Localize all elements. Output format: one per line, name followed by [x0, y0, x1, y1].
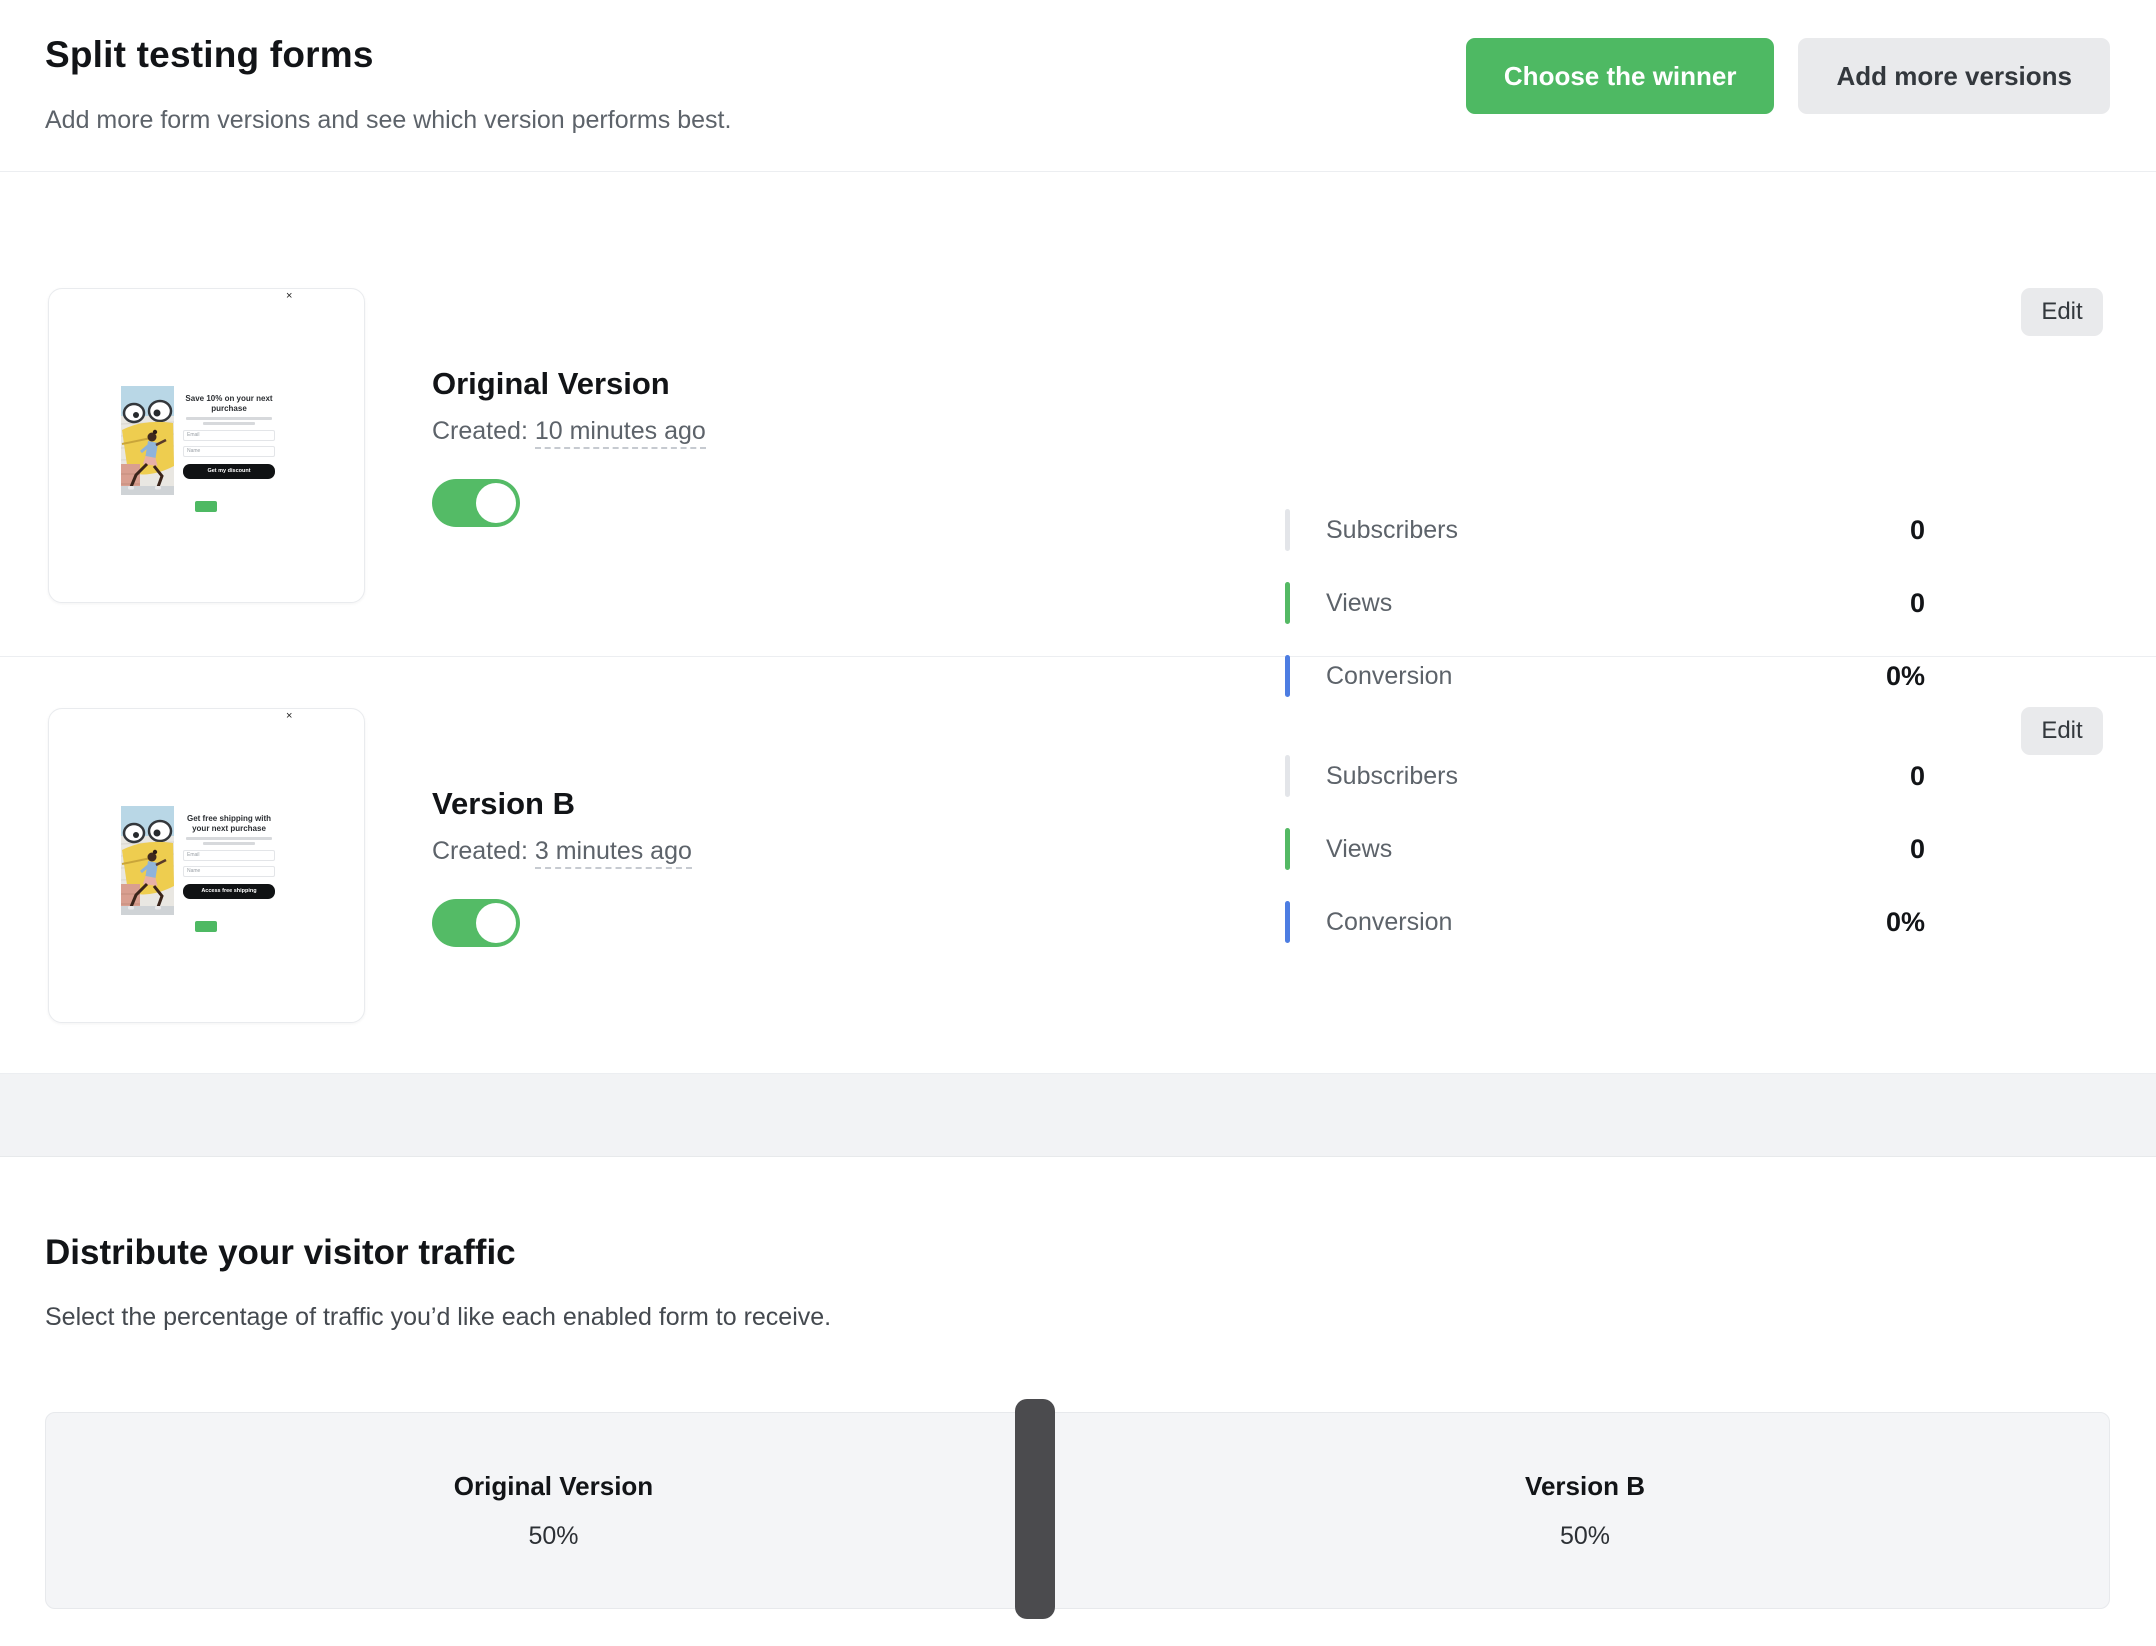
stat-label: Subscribers [1326, 762, 1910, 791]
version-name: Original Version [432, 366, 706, 402]
conversion-bar [1285, 901, 1290, 943]
stat-subscribers: Subscribers 0 [1285, 755, 1925, 797]
add-more-versions-button[interactable]: Add more versions [1798, 38, 2110, 114]
mini-form-heading: Get free shipping with your next purchas… [182, 814, 276, 834]
created-label: Created: [432, 837, 528, 865]
created-ago-link[interactable]: 3 minutes ago [535, 837, 692, 869]
stat-value: 0 [1910, 761, 1925, 792]
split-right-percent: 50% [1560, 1522, 1610, 1551]
mini-email-field: Email [183, 430, 275, 441]
mini-form-subtext [186, 417, 272, 425]
distribute-title: Distribute your visitor traffic [45, 1233, 516, 1273]
traffic-split-right: Version B 50% [1061, 1413, 2109, 1608]
stat-subscribers: Subscribers 0 [1285, 509, 1925, 551]
split-left-percent: 50% [528, 1522, 578, 1551]
mini-form-heading: Save 10% on your next purchase [182, 394, 276, 414]
stat-conversion: Conversion 0% [1285, 901, 1925, 943]
views-bar [1285, 828, 1290, 870]
stat-value: 0 [1910, 588, 1925, 619]
stat-views: Views 0 [1285, 582, 1925, 624]
version-stats: Subscribers 0 Views 0 Conversion 0% [1285, 755, 1925, 943]
close-icon: × [286, 291, 292, 302]
version-name: Version B [432, 786, 692, 822]
version-enabled-toggle[interactable] [432, 899, 520, 947]
traffic-split-drag-handle[interactable] [1015, 1399, 1055, 1619]
created-ago-link[interactable]: 10 minutes ago [535, 417, 706, 449]
section-divider-band [0, 1074, 2156, 1157]
stat-label: Views [1326, 589, 1910, 618]
version-info: Version B Created: 3 minutes ago [432, 786, 692, 947]
split-left-name: Original Version [454, 1471, 653, 1502]
version-info: Original Version Created: 10 minutes ago [432, 366, 706, 527]
version-row-b: Get free shipping with your next purchas… [0, 657, 2156, 1074]
distribute-traffic-section: Distribute your visitor traffic Select t… [0, 1157, 2156, 1646]
mini-form-subtext [186, 837, 272, 845]
stat-value: 0 [1910, 834, 1925, 865]
mailerlite-badge [195, 501, 217, 512]
choose-winner-button[interactable]: Choose the winner [1466, 38, 1775, 114]
graffiti-photo [121, 386, 174, 495]
stat-label: Views [1326, 835, 1910, 864]
toggle-knob [476, 483, 516, 523]
version-row-original: Save 10% on your next purchase Email Nam… [0, 172, 2156, 657]
form-preview-thumbnail[interactable]: Save 10% on your next purchase Email Nam… [48, 288, 365, 603]
stat-value: 0% [1886, 907, 1925, 938]
mini-form: Save 10% on your next purchase Email Nam… [174, 386, 281, 496]
toggle-knob [476, 903, 516, 943]
subscribers-bar [1285, 755, 1290, 797]
stat-views: Views 0 [1285, 828, 1925, 870]
mini-email-field: Email [183, 850, 275, 861]
edit-button[interactable]: Edit [2021, 707, 2103, 755]
mini-popup-preview: Get free shipping with your next purchas… [121, 806, 281, 916]
form-preview-thumbnail[interactable]: Get free shipping with your next purchas… [48, 708, 365, 1023]
split-right-name: Version B [1525, 1471, 1645, 1502]
views-bar [1285, 582, 1290, 624]
traffic-split-panel: Original Version 50% Version B 50% [45, 1412, 2110, 1609]
mini-form: Get free shipping with your next purchas… [174, 806, 281, 916]
mini-name-field: Name [183, 866, 275, 877]
close-icon: × [286, 711, 292, 722]
graffiti-photo [121, 806, 174, 915]
subscribers-bar [1285, 509, 1290, 551]
created-label: Created: [432, 417, 528, 445]
stat-label: Conversion [1326, 908, 1886, 937]
mini-submit-button: Access free shipping [183, 884, 275, 899]
distribute-subtitle: Select the percentage of traffic you’d l… [45, 1303, 831, 1332]
traffic-split-left: Original Version 50% [46, 1413, 1061, 1608]
created-line: Created: 3 minutes ago [432, 837, 692, 866]
mini-submit-button: Get my discount [183, 464, 275, 479]
mini-name-field: Name [183, 446, 275, 457]
header-actions: Choose the winner Add more versions [1466, 38, 2110, 114]
page-header: Split testing forms Add more form versio… [0, 0, 2156, 172]
edit-button[interactable]: Edit [2021, 288, 2103, 336]
stat-value: 0 [1910, 515, 1925, 546]
version-enabled-toggle[interactable] [432, 479, 520, 527]
mini-popup-preview: Save 10% on your next purchase Email Nam… [121, 386, 281, 496]
stat-label: Subscribers [1326, 516, 1910, 545]
mailerlite-badge [195, 921, 217, 932]
created-line: Created: 10 minutes ago [432, 417, 706, 446]
